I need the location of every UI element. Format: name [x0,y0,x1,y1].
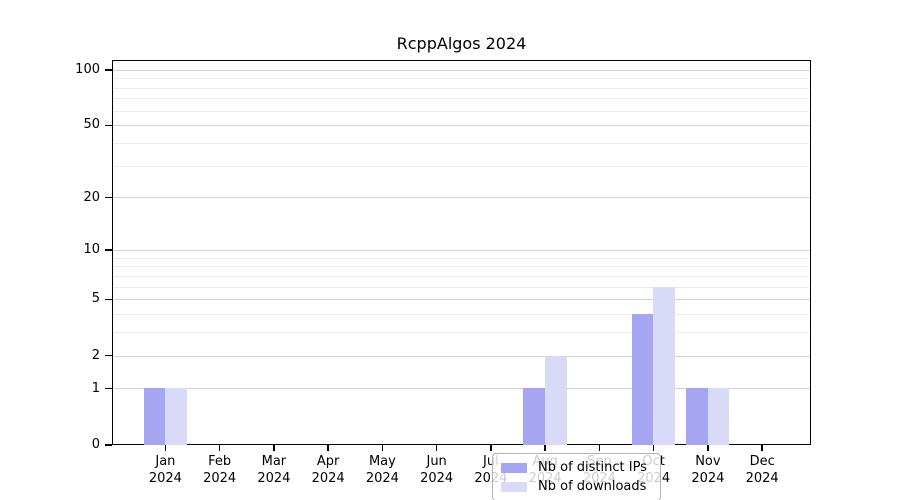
bar-jan-distinct-ips [144,388,166,444]
y-tick-mark [105,69,112,71]
bar-jan-downloads [165,388,187,444]
y-tick-mark [105,444,112,446]
x-tick-label-year: 2024 [727,470,797,487]
bar-nov-downloads [708,388,730,444]
bar-oct-downloads [653,287,675,445]
major-gridline [113,197,810,198]
bar-nov-distinct-ips [686,388,708,444]
legend-label-downloads: Nb of downloads [538,478,646,495]
minor-gridline [113,88,810,89]
minor-gridline [113,166,810,167]
x-tick-mark [544,445,546,451]
legend-row-distinct-ips: Nb of distinct IPs [501,459,647,476]
chart-title: RcppAlgos 2024 [112,34,811,53]
minor-gridline [113,276,810,277]
y-tick-mark [105,125,112,127]
x-tick-mark [165,445,167,451]
y-tick-label: 5 [38,291,100,307]
download-stats-figure: RcppAlgos 2024 Nb of distinct IPs Nb of … [0,0,900,500]
minor-gridline [113,78,810,79]
y-tick-label: 1 [38,381,100,397]
x-tick-mark [327,445,329,451]
legend-swatch-downloads-icon [501,482,527,492]
y-tick-mark [105,249,112,251]
legend-label-distinct-ips: Nb of distinct IPs [538,459,647,476]
minor-gridline [113,287,810,288]
y-tick-label: 10 [38,242,100,258]
bar-aug-downloads [545,356,567,445]
legend-swatch-distinct-ips-icon [501,463,527,473]
x-tick-mark [653,445,655,451]
y-tick-mark [105,197,112,199]
major-gridline [113,125,810,126]
y-tick-label: 100 [38,62,100,78]
x-tick-mark [273,445,275,451]
y-tick-label: 50 [38,117,100,133]
x-tick-mark [707,445,709,451]
x-tick-mark [436,445,438,451]
x-tick-mark [761,445,763,451]
y-tick-mark [105,388,112,390]
major-gridline [113,70,810,71]
minor-gridline [113,332,810,333]
major-gridline [113,356,810,357]
minor-gridline [113,314,810,315]
y-tick-label: 0 [38,437,100,453]
minor-gridline [113,111,810,112]
legend-row-downloads: Nb of downloads [501,478,647,495]
x-tick-mark [490,445,492,451]
bar-aug-distinct-ips [523,388,545,444]
x-tick-mark [382,445,384,451]
major-gridline [113,299,810,300]
y-tick-label: 20 [38,190,100,206]
minor-gridline [113,258,810,259]
legend: Nb of distinct IPs Nb of downloads [492,453,661,500]
minor-gridline [113,266,810,267]
y-tick-mark [105,355,112,357]
major-gridline [113,250,810,251]
x-tick-mark [219,445,221,451]
bar-oct-distinct-ips [632,314,654,445]
x-tick-label-month: Dec [727,453,797,470]
y-tick-label: 2 [38,348,100,364]
x-tick-mark [599,445,601,451]
minor-gridline [113,143,810,144]
minor-gridline [113,98,810,99]
plot-area: Nb of distinct IPs Nb of downloads [112,60,811,445]
y-tick-mark [105,299,112,301]
